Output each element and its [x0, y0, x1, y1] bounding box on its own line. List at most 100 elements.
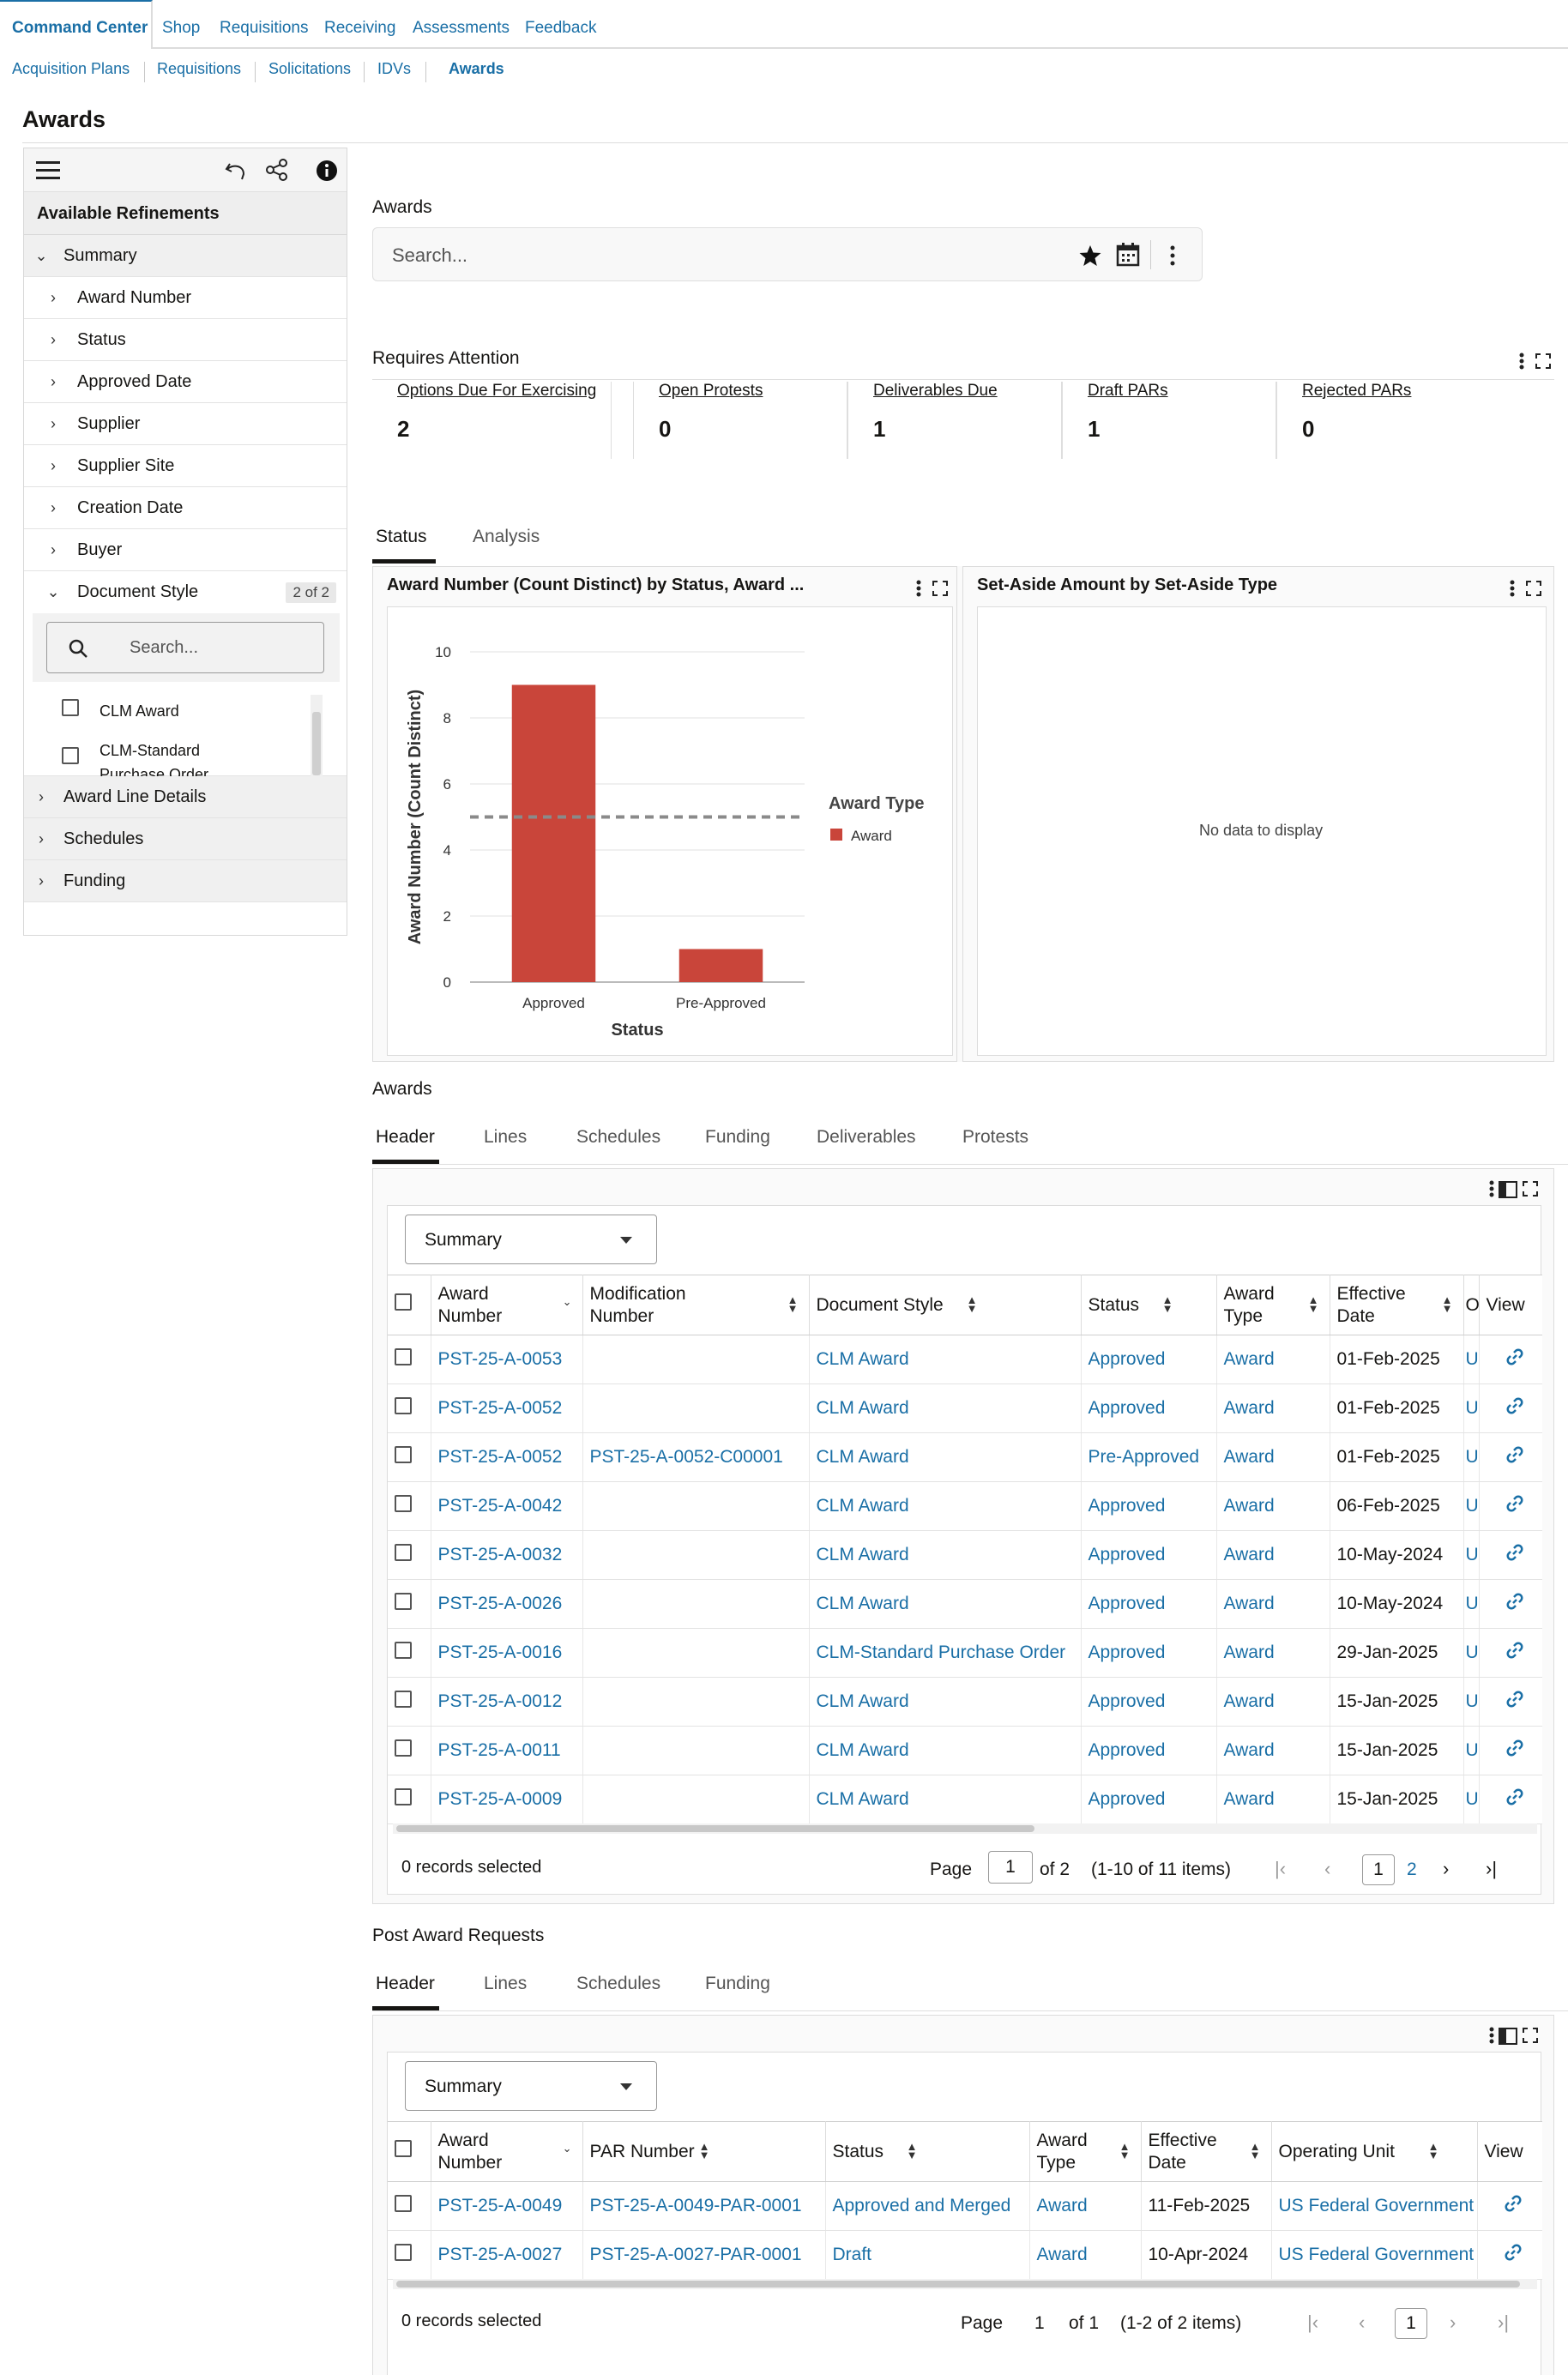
- modification-number-link[interactable]: PST-25-A-0052-C00001: [582, 1432, 810, 1482]
- table-row[interactable]: PST-25-A-0052 PST-25-A-0052-C00001 CLM Awa…: [388, 1432, 1542, 1482]
- truncated-cell[interactable]: U: [1463, 1677, 1480, 1727]
- document-style-link[interactable]: CLM Award: [809, 1726, 1082, 1775]
- more-options-icon[interactable]: [1169, 244, 1176, 268]
- award-type-link[interactable]: Award: [1216, 1432, 1330, 1482]
- checkbox-clm-standard-po[interactable]: [62, 747, 79, 769]
- table-row[interactable]: PST-25-A-0016 CLM-Standard Purchase Order…: [388, 1628, 1542, 1678]
- view-link-cell[interactable]: [1479, 1432, 1542, 1482]
- award-number-link[interactable]: PST-25-A-0011: [431, 1726, 583, 1775]
- subnav-idvs[interactable]: IDVs: [377, 60, 411, 78]
- status-link[interactable]: Approved and Merged: [825, 2181, 1030, 2231]
- table-row[interactable]: PST-25-A-0011 CLM Award Approved Award 15-Ja…: [388, 1726, 1542, 1775]
- row-select[interactable]: [388, 1677, 431, 1727]
- attention-card-label[interactable]: Options Due For Exercising: [397, 382, 611, 401]
- refinement-group-award-line-details[interactable]: › Award Line Details: [24, 776, 347, 818]
- table-row[interactable]: PST-25-A-0052 CLM Award Approved Award 01-Fe…: [388, 1383, 1542, 1433]
- attention-card-options-due[interactable]: Options Due For Exercising 2: [397, 382, 612, 459]
- tab-receiving[interactable]: Receiving: [324, 19, 395, 38]
- row-select[interactable]: [388, 1726, 431, 1775]
- page-2-button[interactable]: 2: [1407, 1860, 1417, 1880]
- hamburger-menu-icon[interactable]: [36, 160, 60, 182]
- expand-icon[interactable]: [1526, 581, 1541, 596]
- table-row[interactable]: PST-25-A-0032 CLM Award Approved Award 10-Ma…: [388, 1530, 1542, 1580]
- column-effective-date[interactable]: Effective Date ▲ ▼: [1141, 2121, 1272, 2182]
- column-par-number[interactable]: PAR Number ▲ ▼: [582, 2121, 826, 2182]
- award-type-link[interactable]: Award: [1029, 2230, 1142, 2280]
- options-scrollbar[interactable]: [311, 695, 323, 789]
- last-page-icon[interactable]: ›|: [1486, 1858, 1497, 1880]
- view-link-cell[interactable]: [1479, 1383, 1542, 1433]
- column-modification-number[interactable]: Modification Number ▲ ▼: [582, 1275, 810, 1335]
- attention-card-label[interactable]: Rejected PARs: [1302, 382, 1525, 401]
- table-row[interactable]: PST-25-A-0042 CLM Award Approved Award 06-Fe…: [388, 1481, 1542, 1531]
- modification-number-link[interactable]: [582, 1726, 810, 1775]
- expand-icon[interactable]: [1523, 2028, 1538, 2043]
- status-link[interactable]: Approved: [1081, 1677, 1217, 1727]
- document-style-link[interactable]: CLM Award: [809, 1335, 1082, 1384]
- truncated-cell[interactable]: U: [1463, 1628, 1480, 1678]
- subnav-requisitions[interactable]: Requisitions: [157, 60, 241, 78]
- awards-view-dropdown[interactable]: Summary: [405, 1215, 657, 1264]
- tab-lines[interactable]: Lines: [484, 1127, 527, 1148]
- view-link-cell[interactable]: [1477, 2230, 1542, 2280]
- row-select[interactable]: [388, 2181, 431, 2231]
- expand-icon[interactable]: [1523, 1181, 1538, 1197]
- refinement-creation-date[interactable]: › Creation Date: [24, 487, 347, 529]
- truncated-cell[interactable]: U: [1463, 1432, 1480, 1482]
- modification-number-link[interactable]: [582, 1628, 810, 1678]
- document-style-link[interactable]: CLM-Standard Purchase Order: [809, 1628, 1082, 1678]
- tab-assessments[interactable]: Assessments: [413, 19, 510, 38]
- award-number-link[interactable]: PST-25-A-0009: [431, 1775, 583, 1824]
- operating-unit-link[interactable]: US Federal Government: [1271, 2230, 1478, 2280]
- info-icon[interactable]: [316, 160, 338, 182]
- more-options-icon[interactable]: [1488, 1179, 1495, 1198]
- tab-analysis[interactable]: Analysis: [473, 527, 540, 547]
- page-1-button[interactable]: 1: [1395, 2308, 1427, 2339]
- tab-schedules[interactable]: Schedules: [576, 1974, 660, 1994]
- modification-number-link[interactable]: [582, 1481, 810, 1531]
- view-link-cell[interactable]: [1479, 1628, 1542, 1678]
- document-style-link[interactable]: CLM Award: [809, 1530, 1082, 1580]
- tab-funding[interactable]: Funding: [705, 1974, 770, 1994]
- attention-card-label[interactable]: Draft PARs: [1088, 382, 1276, 401]
- awards-search-bar[interactable]: Search...: [372, 227, 1203, 281]
- view-link-cell[interactable]: [1479, 1335, 1542, 1384]
- status-link[interactable]: Draft: [825, 2230, 1030, 2280]
- expand-icon[interactable]: [1535, 353, 1551, 369]
- tab-header[interactable]: Header: [376, 1127, 435, 1148]
- columns-icon[interactable]: [1499, 2028, 1517, 2045]
- refinement-supplier[interactable]: › Supplier: [24, 403, 347, 445]
- row-select[interactable]: [388, 1579, 431, 1629]
- status-link[interactable]: Approved: [1081, 1775, 1217, 1824]
- status-link[interactable]: Approved: [1081, 1481, 1217, 1531]
- document-style-link[interactable]: CLM Award: [809, 1775, 1082, 1824]
- attention-card-draft-pars[interactable]: Draft PARs 1: [1088, 382, 1276, 459]
- view-link-cell[interactable]: [1479, 1726, 1542, 1775]
- horizontal-scrollbar[interactable]: [393, 2279, 1537, 2289]
- view-link-cell[interactable]: [1479, 1530, 1542, 1580]
- modification-number-link[interactable]: [582, 1677, 810, 1727]
- subnav-solicitations[interactable]: Solicitations: [268, 60, 351, 78]
- page-1-button[interactable]: 1: [1362, 1854, 1395, 1885]
- expand-icon[interactable]: [932, 581, 948, 596]
- calendar-icon[interactable]: [1116, 242, 1142, 268]
- horizontal-scrollbar[interactable]: [393, 1823, 1537, 1834]
- tab-feedback[interactable]: Feedback: [525, 19, 596, 38]
- par-view-dropdown[interactable]: Summary: [405, 2061, 657, 2111]
- award-type-link[interactable]: Award: [1216, 1481, 1330, 1531]
- column-status[interactable]: Status ▲ ▼: [825, 2121, 1030, 2182]
- tab-command-center[interactable]: Command Center: [12, 19, 148, 38]
- truncated-cell[interactable]: U: [1463, 1726, 1480, 1775]
- more-options-icon[interactable]: [915, 579, 922, 598]
- subnav-acquisition-plans[interactable]: Acquisition Plans: [12, 60, 130, 78]
- previous-page-icon[interactable]: ‹: [1359, 2312, 1365, 2334]
- operating-unit-link[interactable]: US Federal Government: [1271, 2181, 1478, 2231]
- status-link[interactable]: Approved: [1081, 1726, 1217, 1775]
- status-link[interactable]: Approved: [1081, 1579, 1217, 1629]
- page-input[interactable]: 1: [988, 1851, 1033, 1884]
- row-select[interactable]: [388, 2230, 431, 2280]
- row-select[interactable]: [388, 1432, 431, 1482]
- refinement-approved-date[interactable]: › Approved Date: [24, 361, 347, 403]
- award-number-link[interactable]: PST-25-A-0052: [431, 1383, 583, 1433]
- first-page-icon[interactable]: |‹: [1275, 1858, 1286, 1880]
